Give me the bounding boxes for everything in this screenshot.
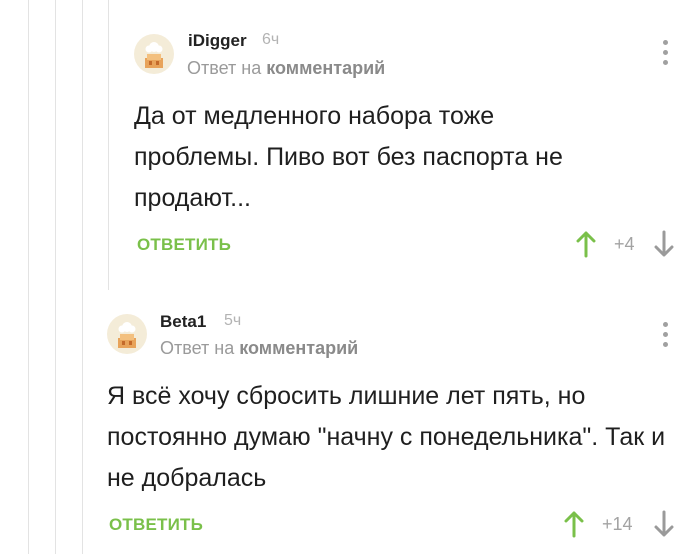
vote-down-icon[interactable] [653, 230, 675, 258]
vote-up-icon[interactable] [575, 230, 597, 258]
reply-prefix: Ответ на [160, 338, 235, 358]
avatar[interactable] [107, 314, 147, 354]
comment-text: Я всё хочу сбросить лишние лет пять, но … [107, 382, 666, 492]
comment-time: 6ч [262, 31, 280, 48]
more-vertical-icon[interactable] [657, 320, 673, 350]
comment-author[interactable]: iDigger [188, 31, 247, 51]
reply-target-link[interactable]: комментарий [266, 58, 385, 78]
reply-to-line: Ответ на комментарий [187, 58, 385, 79]
comment-time: 5ч [224, 312, 242, 329]
reply-prefix: Ответ на [187, 58, 262, 78]
default-avatar-icon [145, 42, 163, 68]
default-avatar-icon [118, 322, 136, 348]
reply-button[interactable]: ОТВЕТИТЬ [137, 235, 231, 255]
avatar[interactable] [134, 34, 174, 74]
more-vertical-icon[interactable] [657, 38, 673, 68]
comment-idigger: iDigger 6ч Ответ на комментарий Да от ме… [0, 0, 700, 290]
comment-rating: +4 [614, 234, 635, 254]
reply-target-link[interactable]: комментарий [239, 338, 358, 358]
comment-text: Да от медленного набора тоже проблемы. П… [134, 102, 563, 212]
vote-up-icon[interactable] [563, 510, 585, 538]
comment-author[interactable]: Beta1 [160, 312, 206, 332]
comment-beta1: Beta1 5ч Ответ на комментарий Я всё хочу… [0, 290, 700, 554]
reply-button[interactable]: ОТВЕТИТЬ [109, 515, 203, 535]
vote-down-icon[interactable] [653, 510, 675, 538]
reply-to-line: Ответ на комментарий [160, 338, 358, 359]
comment-rating: +14 [602, 514, 633, 534]
